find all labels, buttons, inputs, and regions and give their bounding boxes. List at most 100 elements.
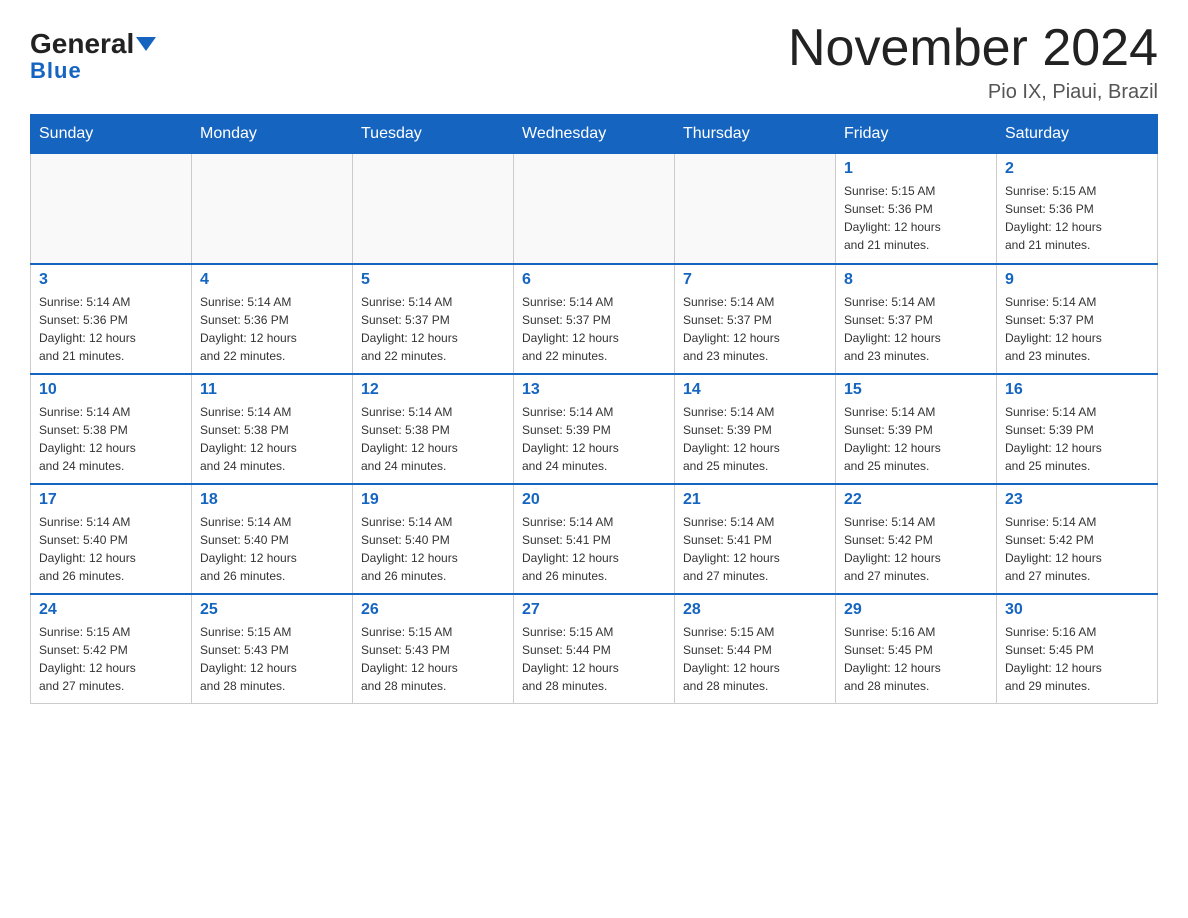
- calendar-cell: 22 Sunrise: 5:14 AMSunset: 5:42 PMDayligh…: [836, 484, 997, 594]
- header: General Blue November 2024 Pio IX, Piaui…: [30, 20, 1158, 104]
- calendar-week-row: 3 Sunrise: 5:14 AMSunset: 5:36 PMDaylight…: [31, 264, 1158, 374]
- day-number: 22: [844, 491, 988, 509]
- calendar-cell: 15Sunrise: 5:14 AMSunset: 5:39 PMDayligh…: [836, 374, 997, 484]
- day-number: 5: [361, 271, 505, 289]
- calendar-cell: 1 Sunrise: 5:15 AMSunset: 5:36 PMDaylight…: [836, 154, 997, 264]
- day-number: 1: [844, 160, 988, 178]
- calendar-cell: 17 Sunrise: 5:14 AMSunset: 5:40 PMDayligh…: [31, 484, 192, 594]
- day-number: 2: [1005, 160, 1149, 178]
- calendar-cell: 7 Sunrise: 5:14 AMSunset: 5:37 PMDaylight…: [675, 264, 836, 374]
- day-header-thursday: Thursday: [675, 115, 836, 154]
- day-info: Sunrise: 5:14 AMSunset: 5:36 PMDaylight:…: [39, 293, 183, 365]
- calendar-cell: 16 Sunrise: 5:14 AMSunset: 5:39 PMDayligh…: [997, 374, 1158, 484]
- day-info: Sunrise: 5:14 AMSunset: 5:39 PMDaylight:…: [683, 403, 827, 475]
- calendar-cell: 23Sunrise: 5:14 AMSunset: 5:42 PMDayligh…: [997, 484, 1158, 594]
- calendar-table: SundayMondayTuesdayWednesdayThursdayFrid…: [30, 114, 1158, 704]
- calendar-header-row: SundayMondayTuesdayWednesdayThursdayFrid…: [31, 115, 1158, 154]
- day-info: Sunrise: 5:15 AMSunset: 5:42 PMDaylight:…: [39, 623, 183, 695]
- calendar-cell: 10 Sunrise: 5:14 AMSunset: 5:38 PMDayligh…: [31, 374, 192, 484]
- calendar-cell: 26 Sunrise: 5:15 AMSunset: 5:43 PMDayligh…: [353, 594, 514, 704]
- calendar-cell: 13 Sunrise: 5:14 AMSunset: 5:39 PMDayligh…: [514, 374, 675, 484]
- logo-blue-text: Blue: [30, 58, 82, 83]
- day-info: Sunrise: 5:14 AMSunset: 5:37 PMDaylight:…: [683, 293, 827, 365]
- day-info: Sunrise: 5:14 AMSunset: 5:40 PMDaylight:…: [39, 513, 183, 585]
- day-header-friday: Friday: [836, 115, 997, 154]
- day-number: 23: [1005, 491, 1149, 509]
- calendar-cell: 5Sunrise: 5:14 AMSunset: 5:37 PMDaylight…: [353, 264, 514, 374]
- day-header-tuesday: Tuesday: [353, 115, 514, 154]
- calendar-cell: 27 Sunrise: 5:15 AMSunset: 5:44 PMDayligh…: [514, 594, 675, 704]
- day-number: 26: [361, 601, 505, 619]
- day-info: Sunrise: 5:14 AMSunset: 5:39 PMDaylight:…: [1005, 403, 1149, 475]
- day-info: Sunrise: 5:15 AMSunset: 5:43 PMDaylight:…: [361, 623, 505, 695]
- day-info: Sunrise: 5:16 AMSunset: 5:45 PMDaylight:…: [844, 623, 988, 695]
- calendar-cell: 11Sunrise: 5:14 AMSunset: 5:38 PMDayligh…: [192, 374, 353, 484]
- day-info: Sunrise: 5:14 AMSunset: 5:38 PMDaylight:…: [200, 403, 344, 475]
- day-info: Sunrise: 5:14 AMSunset: 5:41 PMDaylight:…: [683, 513, 827, 585]
- day-number: 3: [39, 271, 183, 289]
- calendar-cell: 3 Sunrise: 5:14 AMSunset: 5:36 PMDaylight…: [31, 264, 192, 374]
- day-number: 16: [1005, 381, 1149, 399]
- calendar-cell: [353, 154, 514, 264]
- calendar-cell: 19 Sunrise: 5:14 AMSunset: 5:40 PMDayligh…: [353, 484, 514, 594]
- calendar-week-row: 24 Sunrise: 5:15 AMSunset: 5:42 PMDayligh…: [31, 594, 1158, 704]
- calendar-cell: 24 Sunrise: 5:15 AMSunset: 5:42 PMDayligh…: [31, 594, 192, 704]
- calendar-week-row: 1 Sunrise: 5:15 AMSunset: 5:36 PMDaylight…: [31, 154, 1158, 264]
- calendar-cell: 6Sunrise: 5:14 AMSunset: 5:37 PMDaylight…: [514, 264, 675, 374]
- calendar-cell: 8 Sunrise: 5:14 AMSunset: 5:37 PMDaylight…: [836, 264, 997, 374]
- day-number: 25: [200, 601, 344, 619]
- calendar-cell: 18 Sunrise: 5:14 AMSunset: 5:40 PMDayligh…: [192, 484, 353, 594]
- day-info: Sunrise: 5:15 AMSunset: 5:44 PMDaylight:…: [522, 623, 666, 695]
- day-number: 27: [522, 601, 666, 619]
- calendar-cell: 21 Sunrise: 5:14 AMSunset: 5:41 PMDayligh…: [675, 484, 836, 594]
- day-number: 18: [200, 491, 344, 509]
- day-number: 17: [39, 491, 183, 509]
- day-number: 29: [844, 601, 988, 619]
- day-number: 30: [1005, 601, 1149, 619]
- day-header-sunday: Sunday: [31, 115, 192, 154]
- day-number: 7: [683, 271, 827, 289]
- day-info: Sunrise: 5:15 AMSunset: 5:43 PMDaylight:…: [200, 623, 344, 695]
- calendar-cell: 12Sunrise: 5:14 AMSunset: 5:38 PMDayligh…: [353, 374, 514, 484]
- calendar-cell: [675, 154, 836, 264]
- day-info: Sunrise: 5:16 AMSunset: 5:45 PMDaylight:…: [1005, 623, 1149, 695]
- day-number: 24: [39, 601, 183, 619]
- logo: General Blue: [30, 30, 156, 84]
- day-info: Sunrise: 5:14 AMSunset: 5:40 PMDaylight:…: [361, 513, 505, 585]
- logo-triangle-icon: [136, 37, 156, 51]
- calendar-cell: 28Sunrise: 5:15 AMSunset: 5:44 PMDayligh…: [675, 594, 836, 704]
- title-area: November 2024 Pio IX, Piaui, Brazil: [788, 20, 1158, 104]
- day-number: 9: [1005, 271, 1149, 289]
- day-number: 14: [683, 381, 827, 399]
- day-number: 21: [683, 491, 827, 509]
- day-number: 28: [683, 601, 827, 619]
- day-info: Sunrise: 5:15 AMSunset: 5:36 PMDaylight:…: [844, 182, 988, 254]
- day-info: Sunrise: 5:14 AMSunset: 5:39 PMDaylight:…: [844, 403, 988, 475]
- day-info: Sunrise: 5:14 AMSunset: 5:42 PMDaylight:…: [844, 513, 988, 585]
- calendar-cell: [514, 154, 675, 264]
- day-info: Sunrise: 5:14 AMSunset: 5:37 PMDaylight:…: [844, 293, 988, 365]
- day-number: 12: [361, 381, 505, 399]
- day-number: 20: [522, 491, 666, 509]
- calendar-week-row: 10 Sunrise: 5:14 AMSunset: 5:38 PMDayligh…: [31, 374, 1158, 484]
- day-header-saturday: Saturday: [997, 115, 1158, 154]
- day-number: 19: [361, 491, 505, 509]
- day-info: Sunrise: 5:14 AMSunset: 5:37 PMDaylight:…: [522, 293, 666, 365]
- day-number: 8: [844, 271, 988, 289]
- day-number: 4: [200, 271, 344, 289]
- day-header-monday: Monday: [192, 115, 353, 154]
- calendar-cell: 30 Sunrise: 5:16 AMSunset: 5:45 PMDayligh…: [997, 594, 1158, 704]
- location-title: Pio IX, Piaui, Brazil: [788, 81, 1158, 104]
- calendar-cell: 29 Sunrise: 5:16 AMSunset: 5:45 PMDayligh…: [836, 594, 997, 704]
- day-number: 13: [522, 381, 666, 399]
- day-info: Sunrise: 5:14 AMSunset: 5:41 PMDaylight:…: [522, 513, 666, 585]
- logo-general-text: General: [30, 30, 134, 58]
- day-info: Sunrise: 5:14 AMSunset: 5:38 PMDaylight:…: [39, 403, 183, 475]
- calendar-cell: [192, 154, 353, 264]
- calendar-cell: 20 Sunrise: 5:14 AMSunset: 5:41 PMDayligh…: [514, 484, 675, 594]
- day-number: 10: [39, 381, 183, 399]
- day-info: Sunrise: 5:14 AMSunset: 5:40 PMDaylight:…: [200, 513, 344, 585]
- calendar-cell: 14 Sunrise: 5:14 AMSunset: 5:39 PMDayligh…: [675, 374, 836, 484]
- day-info: Sunrise: 5:14 AMSunset: 5:39 PMDaylight:…: [522, 403, 666, 475]
- calendar-cell: 25 Sunrise: 5:15 AMSunset: 5:43 PMDayligh…: [192, 594, 353, 704]
